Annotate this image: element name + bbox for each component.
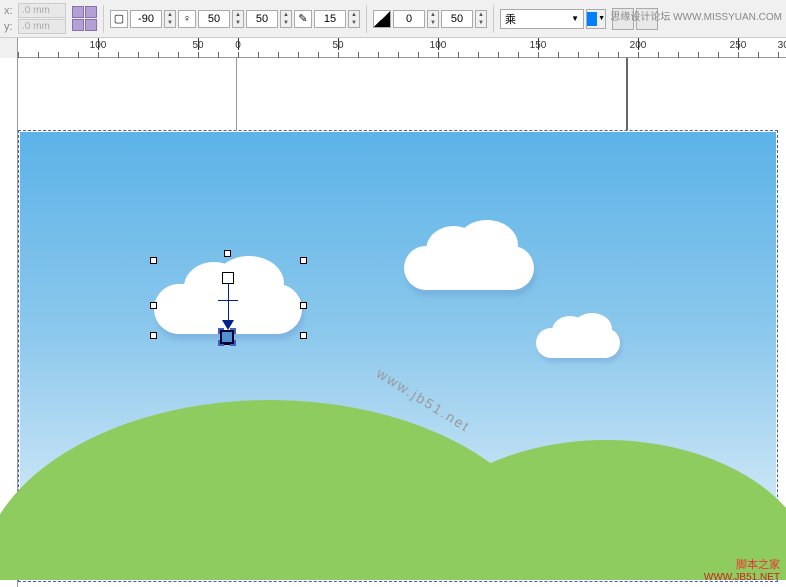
color-picker[interactable]: ▼ [586,9,606,29]
cloud-large [404,246,534,290]
pad-input[interactable] [198,10,230,28]
gradient-end-node[interactable] [220,330,234,344]
lock-btn-1[interactable] [72,6,84,18]
blend-icon[interactable] [373,10,391,28]
pad-icon[interactable]: ♀ [178,10,196,28]
lock-btn-3[interactable] [72,19,84,31]
feather-spinner[interactable]: ▲▼ [348,10,360,28]
angle-input[interactable] [130,10,162,28]
cloud-small [536,328,620,358]
gradient-vector[interactable] [228,284,229,324]
color-swatch [587,12,597,26]
property-bar: x:.0 mm y:.0 mm ▢ ▲▼ ♀ ▲▼ ▲▼ ✎ ▲▼ ▲▼ ▲▼ … [0,0,786,38]
sig-url: WWW.JB51.NET [704,572,780,583]
accel-spinner-2[interactable]: ▲▼ [475,10,487,28]
x-label: x: [4,5,16,17]
accel-spinner-1[interactable]: ▲▼ [427,10,439,28]
separator [103,5,104,33]
pad-group: ♀ ▲▼ [178,10,244,28]
mid-spinner[interactable]: ▲▼ [280,10,292,28]
watermark-text: 思缘设计论坛 WWW.MISSYUAN.COM [610,8,782,23]
y-value: .0 mm [18,19,66,34]
sky-background: www.jb51.net [20,132,776,580]
signature: 脚本之家 WWW.JB51.NET [704,556,780,583]
separator [493,5,494,33]
blend-mode-label: 乘 [505,11,516,27]
accel-group-2: ▲▼ [441,10,487,28]
ruler-origin[interactable] [0,38,18,58]
sig-main: 脚本之家 [704,556,780,572]
feather-icon[interactable]: ✎ [294,10,312,28]
pad-spinner[interactable]: ▲▼ [232,10,244,28]
selection-handle[interactable] [150,302,157,309]
coords-display: x:.0 mm y:.0 mm [4,3,66,34]
ruler-ticks: 10050050100150200250300 [18,38,786,57]
page-boundary [236,58,628,130]
lock-buttons [72,6,97,31]
accel-input-1[interactable] [393,10,425,28]
selection-handle[interactable] [224,250,231,257]
selection-handle[interactable] [150,332,157,339]
blend-mode-dropdown[interactable]: 乘 ▼ [500,9,584,29]
feather-group: ✎ ▲▼ [294,10,360,28]
angle-icon[interactable]: ▢ [110,10,128,28]
accel-input-2[interactable] [441,10,473,28]
workspace: www.jb51.net [0,58,786,587]
selection-handle[interactable] [300,257,307,264]
selection-handle[interactable] [150,257,157,264]
lock-btn-2[interactable] [85,6,97,18]
horizontal-ruler[interactable]: 10050050100150200250300 [0,38,786,58]
chevron-down-icon: ▼ [571,14,579,23]
selection-handle[interactable] [300,302,307,309]
lock-btn-4[interactable] [85,19,97,31]
accel-group: ▲▼ [393,10,439,28]
y-label: y: [4,21,16,33]
gradient-mid-handle[interactable] [218,300,238,301]
mid-group: ▲▼ [246,10,292,28]
gradient-start-node[interactable] [222,272,234,284]
canvas[interactable]: www.jb51.net [18,58,786,587]
feather-input[interactable] [314,10,346,28]
gradient-arrow-icon [222,320,234,330]
angle-spinner[interactable]: ▲▼ [164,10,176,28]
selection-handle[interactable] [300,332,307,339]
x-value: .0 mm [18,3,66,18]
mid-input[interactable] [246,10,278,28]
angle-group: ▢ ▲▼ [110,10,176,28]
separator [366,5,367,33]
